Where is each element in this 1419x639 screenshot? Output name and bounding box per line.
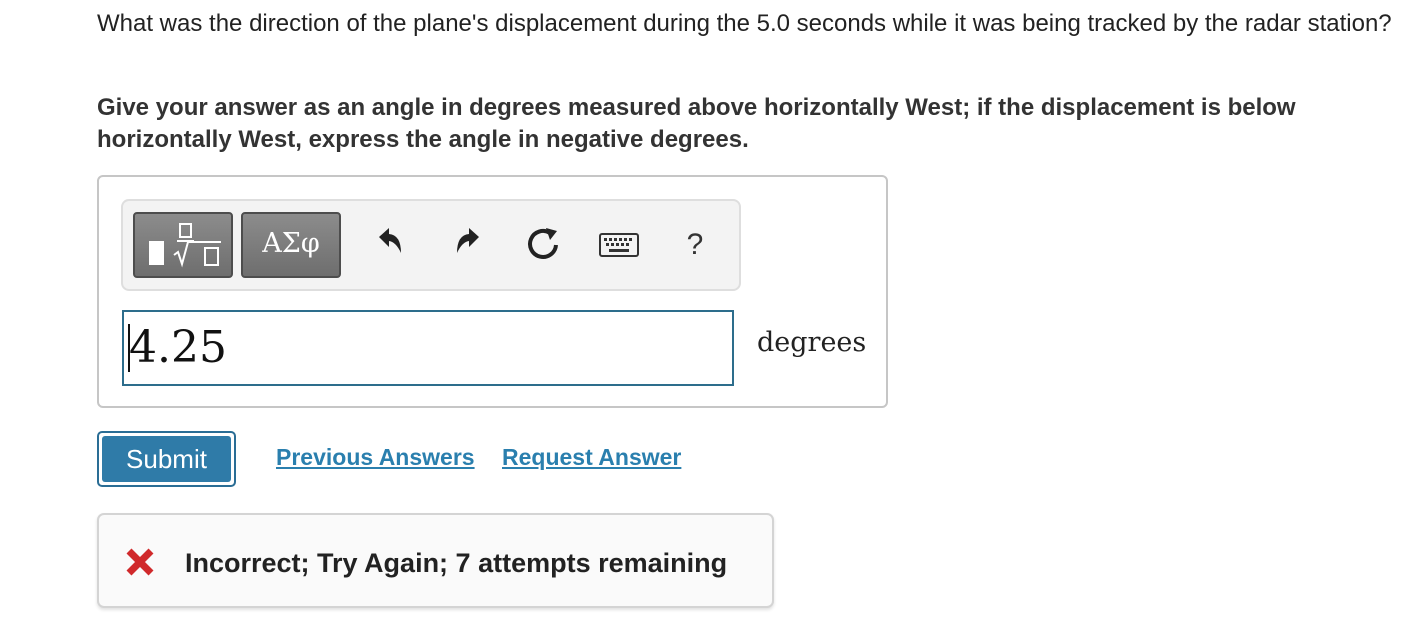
- keyboard-button[interactable]: [597, 223, 643, 267]
- feedback-box: Incorrect; Try Again; 7 attempts remaini…: [97, 513, 774, 608]
- undo-button[interactable]: [369, 223, 409, 267]
- submit-button-label: Submit: [102, 436, 231, 482]
- question-text: What was the direction of the plane's di…: [97, 10, 1392, 37]
- greek-symbols-button[interactable]: ΑΣφ: [241, 212, 341, 278]
- request-answer-link[interactable]: Request Answer: [502, 444, 681, 471]
- redo-button[interactable]: [449, 223, 489, 267]
- undo-arrow-icon: [379, 228, 401, 253]
- problem-page: What was the direction of the plane's di…: [0, 0, 1419, 639]
- answer-input[interactable]: 4.25: [122, 310, 734, 386]
- reset-button[interactable]: [523, 223, 563, 267]
- previous-answers-link[interactable]: Previous Answers: [276, 444, 475, 471]
- templates-button[interactable]: [133, 212, 233, 278]
- redo-arrow-icon: [457, 228, 479, 253]
- answer-units: degrees: [757, 327, 867, 358]
- submit-button[interactable]: Submit: [97, 431, 236, 487]
- help-button[interactable]: ?: [675, 223, 715, 267]
- math-toolbar: ΑΣφ ?: [121, 199, 741, 291]
- answer-instruction: Give your answer as an angle in degrees …: [97, 94, 1296, 153]
- keyboard-icon: [599, 233, 639, 257]
- incorrect-x-icon: [126, 548, 154, 576]
- fraction-sqrt-templates-icon: [149, 223, 221, 268]
- feedback-message: Incorrect; Try Again; 7 attempts remaini…: [185, 548, 728, 578]
- answer-value: 4.25: [129, 322, 227, 373]
- answer-panel: ΑΣφ ? 4.25 degrees: [97, 175, 888, 408]
- reset-circular-arrow-icon: [528, 228, 558, 259]
